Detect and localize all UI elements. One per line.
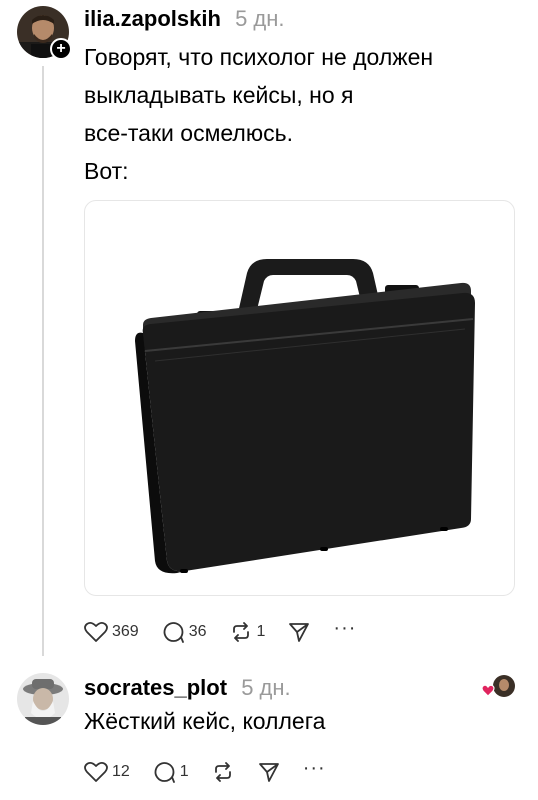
post-image[interactable] bbox=[84, 200, 515, 596]
heart-icon bbox=[84, 621, 108, 642]
more-icon[interactable]: ··· bbox=[333, 616, 356, 640]
more-icon[interactable]: ··· bbox=[303, 756, 326, 780]
post-text-line: Вот: bbox=[84, 158, 129, 184]
thread-line bbox=[42, 66, 44, 656]
post-text: Говорят, что психолог не должен выкладыв… bbox=[84, 38, 524, 190]
share-button[interactable] bbox=[257, 760, 281, 784]
repost-icon bbox=[232, 622, 249, 642]
comment-count: 1 bbox=[179, 763, 189, 780]
repost-button[interactable]: 1 bbox=[229, 620, 266, 644]
share-button[interactable] bbox=[287, 620, 311, 644]
like-count: 369 bbox=[112, 623, 139, 640]
reply-actions: 12 1 ··· bbox=[84, 758, 348, 784]
follow-button[interactable]: + bbox=[50, 38, 72, 60]
reply-header: socrates_plot 5 дн. bbox=[84, 675, 291, 701]
post-text-line: выкладывать кейсы, но я bbox=[84, 82, 354, 108]
share-icon bbox=[289, 623, 310, 642]
share-icon bbox=[258, 763, 279, 782]
like-count: 12 bbox=[112, 763, 130, 780]
post-username[interactable]: ilia.zapolskih bbox=[84, 6, 221, 31]
comment-icon bbox=[163, 622, 184, 643]
reply-time: 5 дн. bbox=[241, 675, 291, 700]
post-header: ilia.zapolskih 5 дн. bbox=[84, 6, 285, 32]
heart-icon bbox=[84, 761, 108, 782]
post-time: 5 дн. bbox=[235, 6, 285, 31]
reply-text: Жёсткий кейс, коллега bbox=[84, 708, 326, 734]
like-button[interactable]: 369 bbox=[84, 620, 139, 644]
plus-icon: + bbox=[56, 40, 66, 57]
post-actions: 369 36 1 ··· bbox=[84, 618, 378, 644]
heart-icon bbox=[481, 684, 495, 697]
comment-button[interactable]: 1 bbox=[152, 760, 189, 784]
author-liked-indicator bbox=[480, 672, 520, 702]
comment-icon bbox=[154, 762, 175, 783]
comment-count: 36 bbox=[188, 623, 207, 640]
repost-icon bbox=[214, 762, 231, 782]
repost-count: 1 bbox=[256, 623, 266, 640]
like-button[interactable]: 12 bbox=[84, 760, 130, 784]
comment-button[interactable]: 36 bbox=[161, 620, 207, 644]
reply-username[interactable]: socrates_plot bbox=[84, 675, 227, 700]
post-text-line: Говорят, что психолог не должен bbox=[84, 44, 434, 70]
repost-button[interactable] bbox=[211, 760, 235, 784]
post-text-line: все-таки осмелюсь. bbox=[84, 120, 293, 146]
reply-avatar[interactable] bbox=[17, 673, 69, 725]
